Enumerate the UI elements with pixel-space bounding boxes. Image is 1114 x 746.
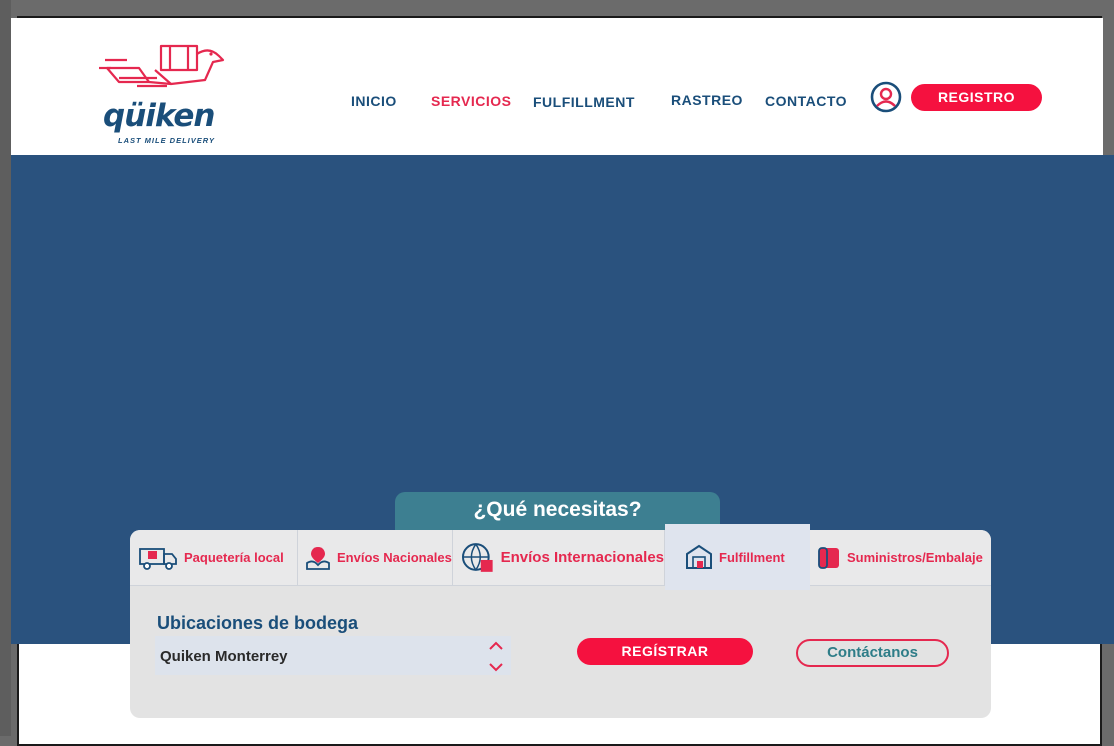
warehouse-locations-label: Ubicaciones de bodega	[157, 613, 359, 633]
window-edge	[0, 0, 11, 736]
warehouse-select[interactable]: Quiken Monterrey	[155, 636, 511, 675]
warehouse-icon	[686, 544, 712, 569]
tab-label: Suministros/Embalaje	[847, 550, 983, 565]
register-button[interactable]: REGISTRO	[911, 84, 1042, 111]
nav-item-inicio[interactable]: INICIO	[351, 93, 397, 109]
nav-item-servicios[interactable]: SERVICIOS	[431, 93, 512, 109]
contact-button[interactable]: Contáctanos	[796, 639, 949, 667]
warehouse-select-value: Quiken Monterrey	[160, 648, 288, 665]
packaging-roll-icon	[818, 546, 839, 569]
chevron-down-icon[interactable]	[488, 662, 504, 672]
brand-wordmark: qüiken	[103, 98, 215, 134]
nav-item-fulfillment[interactable]: FULFILLMENT	[533, 94, 635, 110]
tab-fulfillment[interactable]: Fulfillment	[665, 524, 810, 590]
tab-suministros-embalaje[interactable]: Suministros/Embalaje	[817, 530, 987, 585]
delivery-truck-icon	[139, 547, 177, 570]
register-warehouse-button[interactable]: REGÍSTRAR	[577, 638, 753, 665]
tab-envios-nacionales[interactable]: Envíos Nacionales	[305, 530, 453, 585]
tab-label: Paquetería local	[184, 550, 284, 565]
brand-tagline: LAST MILE DELIVERY	[118, 136, 216, 145]
tab-label: Envíos Internacionales	[500, 549, 664, 566]
tab-envios-internacionales[interactable]: Envíos Internacionales	[461, 530, 665, 585]
user-circle-icon[interactable]	[870, 81, 902, 113]
nav-item-rastreo[interactable]: RASTREO	[671, 92, 743, 108]
map-pin-hand-icon	[306, 546, 330, 570]
chevron-up-icon[interactable]	[488, 641, 504, 651]
tab-paqueteria-local[interactable]: Paquetería local	[138, 530, 298, 585]
tab-label: Envíos Nacionales	[337, 550, 452, 565]
site-header: qüiken LAST MILE DELIVERY INICIO SERVICI…	[11, 18, 1103, 155]
tab-label: Fulfillment	[719, 549, 785, 565]
globe-box-icon	[461, 542, 493, 572]
nav-item-contacto[interactable]: CONTACTO	[765, 93, 847, 109]
